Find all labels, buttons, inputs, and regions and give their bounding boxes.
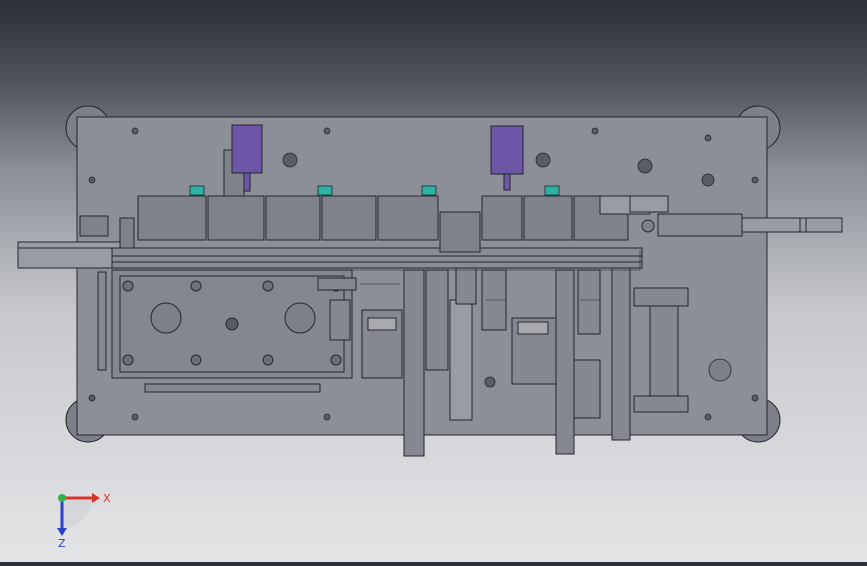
axis-triad: X Z (57, 492, 111, 548)
x-axis-label: X (103, 492, 111, 505)
machine-assembly-drawing (17, 105, 843, 457)
cylinder-left (231, 124, 263, 174)
cad-viewport[interactable] (0, 0, 867, 562)
triad-quarter (62, 498, 92, 528)
z-axis-head (57, 528, 67, 536)
lower-left-plate (97, 269, 357, 393)
x-axis-head (92, 493, 100, 503)
z-axis-label: Z (58, 537, 66, 548)
cylinder-right (490, 125, 524, 175)
y-axis-dot (58, 494, 66, 502)
